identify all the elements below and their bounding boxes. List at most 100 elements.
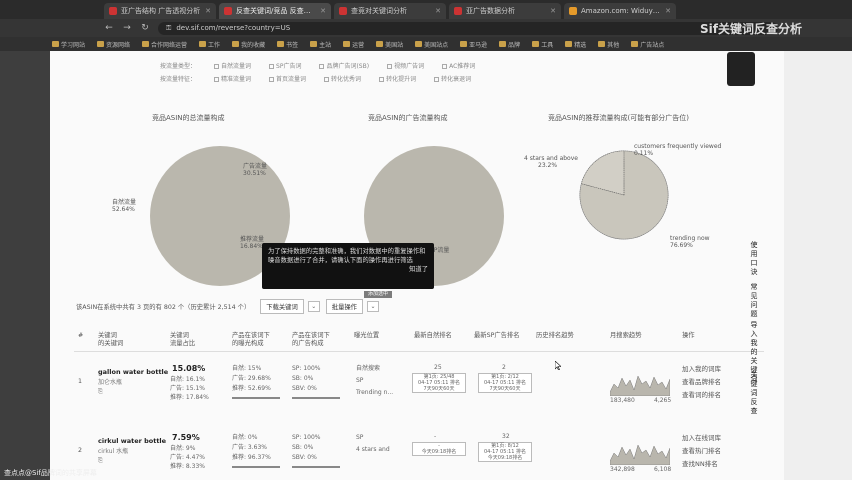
checkbox-icon[interactable] [379, 77, 385, 82]
pie1-label-rec: 推荐流量 16.84% [240, 236, 265, 250]
filter-checkbox[interactable]: 自然流量词 [214, 61, 251, 70]
browser-tab-active[interactable]: 反查关键词/竞品 反查关键词分析✕ [219, 3, 331, 19]
close-tab-icon[interactable]: ✕ [550, 7, 556, 15]
ad-split: SP: 100% [292, 365, 321, 372]
table-row: 2 cirkul water bottle cirkul 水瓶 ⎘ 7.59% 自然: 9… [74, 433, 764, 480]
chevron-down-icon[interactable]: ⌄ [307, 301, 320, 312]
pie3-title: 竞品ASIN的推荐流量构成(可能有部分广告位) [548, 114, 689, 122]
side-help-link[interactable]: 关键词反查 [750, 371, 758, 416]
row-action-link[interactable]: 查看热门排名 [682, 447, 721, 456]
natural-rank-box: - 今天09:18排名 [412, 442, 466, 456]
favicon-icon [109, 7, 117, 15]
presenter-avatar [727, 52, 755, 86]
exposure-split: 广告: 29.68% [232, 375, 271, 382]
column-header: 曝光位置 [354, 332, 380, 339]
traffic-split: 自然: 16.1% [170, 376, 205, 383]
tooltip-ok-button[interactable]: 知道了 [268, 265, 428, 274]
row-action-link[interactable]: 查看品牌排名 [682, 378, 721, 387]
close-tab-icon[interactable]: ✕ [665, 7, 671, 15]
folder-icon [499, 41, 507, 47]
filter-checkbox[interactable]: 视频广告词 [387, 61, 424, 70]
bookmark-item[interactable]: 工作 [199, 40, 220, 49]
bookmark-item[interactable]: 精选 [565, 40, 586, 49]
filter-checkbox[interactable]: 转化衰退词 [434, 74, 471, 83]
ad-bar [292, 466, 340, 468]
folder-icon [142, 41, 150, 47]
column-header: # [78, 332, 84, 339]
bookmark-item[interactable]: 资源网络 [97, 40, 130, 49]
bookmark-item[interactable]: 美国站点 [415, 40, 448, 49]
keyword-link[interactable]: cirkul water bottle [98, 437, 166, 445]
row-action-link[interactable]: 查找NN排名 [682, 460, 718, 469]
copy-icon[interactable]: ⎘ [98, 457, 103, 465]
sp-rank: 32 [502, 433, 510, 440]
filter-checkbox[interactable]: 品牌广告词(SB) [319, 61, 369, 70]
bookmark-item[interactable]: 亚马逊 [460, 40, 487, 49]
checkbox-icon[interactable] [319, 64, 325, 69]
pie2-title: 竞品ASIN的广告流量构成 [368, 114, 448, 122]
table-header: # 关键词 的关键词 关键词 流量占比 产品在该词下 的曝光构成 产品在该词下 的广告构… [74, 328, 764, 352]
keyword-translation: 加仑水瓶 [98, 379, 123, 386]
bookmark-item[interactable]: 合作网络运营 [142, 40, 187, 49]
row-action-link[interactable]: 查看词的排名 [682, 391, 721, 400]
filter-checkbox[interactable]: 转化提升词 [379, 74, 416, 83]
checkbox-icon[interactable] [324, 77, 330, 82]
close-tab-icon[interactable]: ✕ [320, 7, 326, 15]
back-icon[interactable]: ← [104, 23, 114, 33]
chevron-down-icon[interactable]: ⌄ [366, 301, 379, 312]
checkbox-icon[interactable] [269, 77, 275, 82]
side-help-link[interactable]: 使用口诀 [750, 241, 758, 277]
column-header: 产品在该词下 的广告构成 [292, 332, 330, 347]
checkbox-icon[interactable] [269, 64, 275, 69]
search-trend-chart [610, 375, 670, 396]
bookmark-item[interactable]: 其他 [598, 40, 619, 49]
bookmark-item[interactable]: 我的收藏 [232, 40, 265, 49]
exposure-split: 推荐: 52.69% [232, 385, 271, 392]
ad-split: SBV: 0% [292, 385, 317, 392]
copy-icon[interactable]: ⎘ [98, 388, 103, 396]
row-action-link[interactable]: 加入我的词库 [682, 365, 721, 374]
checkbox-icon[interactable] [214, 77, 220, 82]
add-selected-button[interactable]: 添加选中 [364, 291, 392, 298]
checkbox-icon[interactable] [387, 64, 393, 69]
filter-label: 按流量特征： [160, 76, 197, 83]
close-tab-icon[interactable]: ✕ [205, 7, 211, 15]
row-number: 2 [78, 447, 83, 454]
checkbox-icon[interactable] [442, 64, 448, 69]
browser-tab[interactable]: 亚广告数据分析 ✕ [449, 3, 561, 19]
column-header: 最新自然排名 [414, 332, 452, 339]
filter-checkbox[interactable]: 首页流量词 [269, 74, 306, 83]
filter-checkbox[interactable]: 精准流量词 [214, 74, 251, 83]
bookmark-item[interactable]: 广告站点 [631, 40, 664, 49]
pie3-label-4stars: 4 stars and above 23.2% [524, 155, 578, 169]
close-tab-icon[interactable]: ✕ [435, 7, 441, 15]
exposure-position: SP [356, 434, 364, 441]
folder-icon [460, 41, 468, 47]
filter-checkbox[interactable]: AC推荐词 [442, 61, 475, 70]
bookmark-item[interactable]: 工具 [532, 40, 553, 49]
side-help-link[interactable]: 常见问题 [750, 283, 758, 319]
row-action-link[interactable]: 加入在线词库 [682, 434, 721, 443]
checkbox-icon[interactable] [434, 77, 440, 82]
browser-tab[interactable]: Amazon.com: Widuyi One...✕ [564, 3, 676, 19]
forward-icon[interactable]: → [122, 23, 132, 33]
bookmark-item[interactable]: 运营 [343, 40, 364, 49]
url-input[interactable]: ⚿ dev.sif.com/reverse?country=US [158, 21, 778, 35]
bookmark-item[interactable]: 主站 [310, 40, 331, 49]
batch-ops-button[interactable]: 批量操作 [325, 299, 363, 314]
download-keywords-button[interactable]: 下载关键词 [260, 299, 304, 314]
filter-checkbox[interactable]: 转化优秀词 [324, 74, 361, 83]
screen-share-caption: 查点点@Sif品牌词的共享屏幕 [4, 469, 97, 477]
bookmark-item[interactable]: 学习网站 [52, 40, 85, 49]
checkbox-icon[interactable] [214, 64, 220, 69]
folder-icon [277, 41, 285, 47]
bookmark-item[interactable]: 美国站 [376, 40, 403, 49]
filter-checkbox[interactable]: SP广告词 [269, 61, 301, 70]
bookmark-item[interactable]: 书签 [277, 40, 298, 49]
bookmark-item[interactable]: 品牌 [499, 40, 520, 49]
reload-icon[interactable]: ↻ [140, 23, 150, 33]
favicon-icon [339, 7, 347, 15]
browser-tab[interactable]: 亚广告结构 广告透视分析 ✕ [104, 3, 216, 19]
browser-tab[interactable]: 查竞对关键词分析 ✕ [334, 3, 446, 19]
keyword-link[interactable]: gallon water bottle [98, 368, 168, 376]
